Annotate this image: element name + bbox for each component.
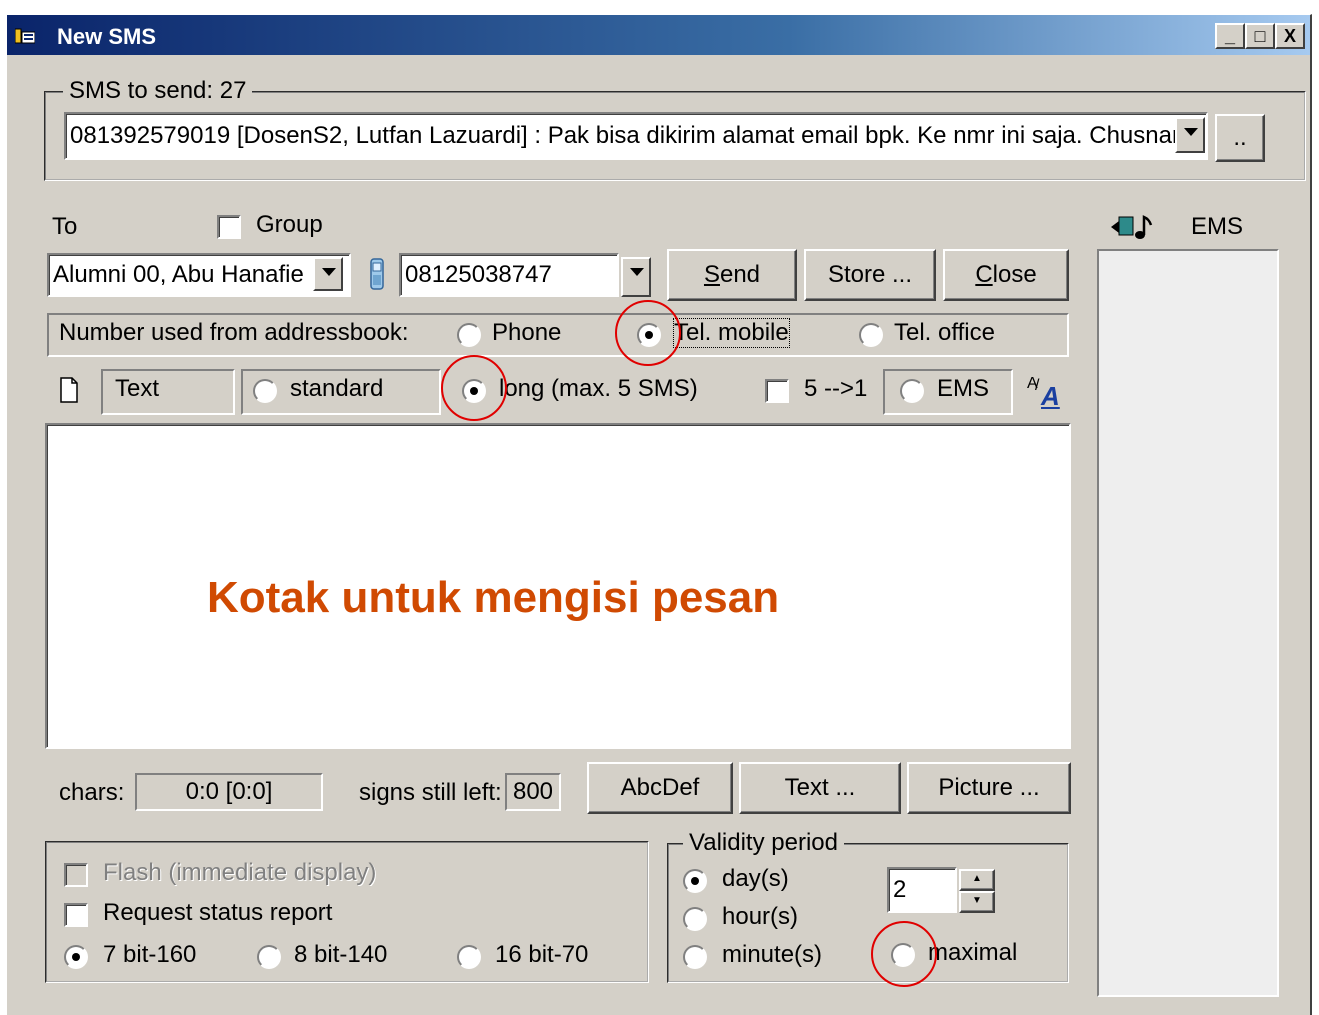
- phone-number-input[interactable]: 08125038747: [399, 253, 619, 297]
- chars-value: 0:0 [0:0]: [135, 773, 323, 811]
- send-label-rest: end: [719, 261, 761, 288]
- radio-maximal[interactable]: [891, 943, 915, 967]
- font-icon[interactable]: A / A: [1027, 375, 1067, 411]
- phone-number-value: 08125038747: [405, 261, 552, 288]
- text-mode-label: Text: [115, 375, 160, 402]
- radio-minutes[interactable]: [683, 945, 707, 969]
- minimize-button[interactable]: _: [1215, 23, 1245, 49]
- sms-select-dropdown-button[interactable]: [1175, 117, 1205, 153]
- radio-ems-label: EMS: [937, 375, 990, 402]
- radio-7bit[interactable]: [64, 945, 88, 969]
- insert-text-button[interactable]: Text ...: [739, 762, 901, 814]
- sms-to-send-title: SMS to send: 27: [63, 77, 253, 105]
- status-report-checkbox[interactable]: [64, 903, 88, 927]
- radio-standard-label: standard: [290, 375, 384, 402]
- radio-days[interactable]: [683, 869, 707, 893]
- spin-down-button[interactable]: ▼: [959, 891, 995, 913]
- radio-hours-label: hour(s): [722, 903, 799, 930]
- combine-label: 5 -->1: [804, 375, 868, 402]
- ems-panel-list[interactable]: [1097, 249, 1279, 997]
- sms-browse-button[interactable]: ..: [1215, 114, 1265, 162]
- insert-picture-button[interactable]: Picture ...: [907, 762, 1071, 814]
- combine-checkbox[interactable]: [765, 379, 789, 403]
- radio-long-label: long (max. 5 SMS): [499, 375, 698, 402]
- ems-panel-header: EMS: [1097, 205, 1279, 249]
- status-report-label: Request status report: [103, 899, 333, 926]
- radio-8bit[interactable]: [257, 945, 281, 969]
- radio-standard[interactable]: [253, 379, 277, 403]
- ems-panel-title: EMS: [1191, 213, 1244, 240]
- radio-16bit-label: 16 bit-70: [495, 941, 589, 968]
- radio-long[interactable]: [462, 379, 486, 403]
- contact-dropdown-button[interactable]: [313, 257, 343, 291]
- title-bar[interactable]: New SMS _ □ X: [7, 15, 1310, 55]
- group-checkbox[interactable]: [217, 215, 241, 239]
- new-document-icon: [60, 377, 78, 403]
- flash-label: Flash (immediate display): [103, 859, 377, 886]
- font-icon-slash: /: [1035, 377, 1040, 394]
- radio-8bit-label: 8 bit-140: [294, 941, 388, 968]
- close-window-button[interactable]: X: [1275, 23, 1305, 49]
- abcdef-button[interactable]: AbcDef: [587, 762, 733, 814]
- contact-select[interactable]: Alumni 00, Abu Hanafie: [47, 253, 351, 297]
- radio-tel-mobile[interactable]: [637, 323, 661, 347]
- radio-days-label: day(s): [722, 865, 789, 892]
- radio-phone-label: Phone: [492, 319, 562, 346]
- contact-select-value: Alumni 00, Abu Hanafie: [53, 261, 304, 288]
- radio-16bit[interactable]: [457, 945, 481, 969]
- signs-left-label: signs still left:: [359, 779, 502, 806]
- ems-music-icon: [1111, 215, 1153, 239]
- validity-value-input[interactable]: 2: [887, 867, 957, 913]
- app-icon: [15, 28, 35, 44]
- signs-left-value: 800: [505, 773, 561, 811]
- validity-title: Validity period: [683, 829, 844, 857]
- sms-select-value: 081392579019 [DosenS2, Lutfan Lazuardi] …: [70, 122, 1186, 149]
- radio-tel-mobile-label: Tel. mobile: [673, 318, 790, 348]
- window-title: New SMS: [57, 24, 157, 49]
- radio-minutes-label: minute(s): [722, 941, 823, 968]
- radio-hours[interactable]: [683, 907, 707, 931]
- maximize-button[interactable]: □: [1245, 23, 1275, 49]
- new-sms-window: New SMS _ □ X SMS to send: 27 0813925790…: [6, 14, 1312, 1015]
- radio-tel-office-label: Tel. office: [894, 319, 995, 346]
- addressbook-label: Number used from addressbook:: [59, 319, 409, 346]
- phone-number-dropdown-button[interactable]: [621, 257, 651, 297]
- radio-7bit-label: 7 bit-160: [103, 941, 197, 968]
- flash-checkbox[interactable]: [64, 863, 88, 887]
- mobile-phone-icon: [370, 258, 384, 290]
- font-icon-big-a: A: [1041, 381, 1060, 411]
- group-label: Group: [256, 211, 323, 238]
- close-button[interactable]: Close: [943, 249, 1069, 301]
- radio-phone[interactable]: [457, 323, 481, 347]
- to-label: To: [52, 213, 78, 240]
- message-annotation: Kotak untuk mengisi pesan: [207, 573, 780, 622]
- radio-tel-office[interactable]: [859, 323, 883, 347]
- close-label-rest: lose: [992, 261, 1037, 288]
- store-button[interactable]: Store ...: [804, 249, 936, 301]
- send-button[interactable]: Send: [667, 249, 797, 301]
- validity-value: 2: [893, 876, 907, 903]
- spin-up-button[interactable]: ▲: [959, 869, 995, 891]
- sms-select[interactable]: 081392579019 [DosenS2, Lutfan Lazuardi] …: [64, 112, 1208, 160]
- radio-ems[interactable]: [900, 379, 924, 403]
- radio-maximal-label: maximal: [928, 939, 1018, 966]
- chars-label: chars:: [59, 779, 125, 806]
